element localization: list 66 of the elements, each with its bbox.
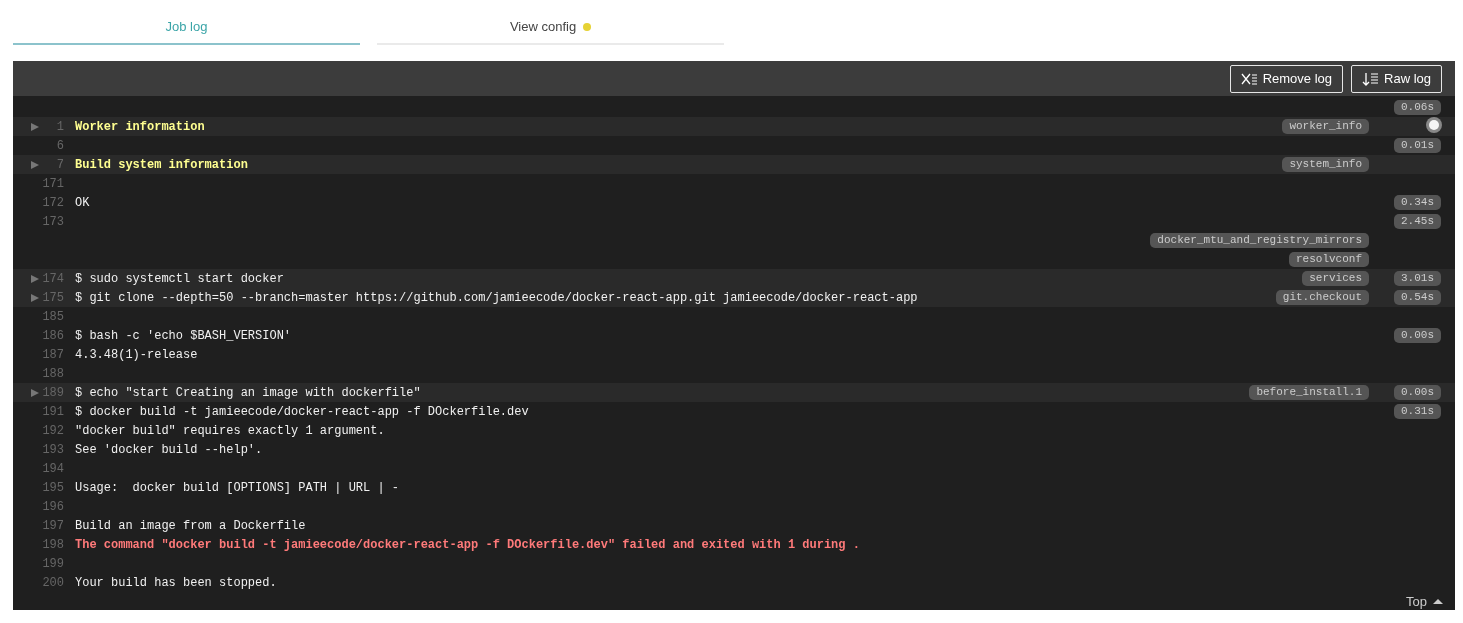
- log-line: Worker information: [75, 119, 206, 134]
- log-line: $ sudo systemctl start docker: [75, 271, 285, 286]
- fold-arrow-icon[interactable]: [30, 387, 40, 398]
- line-number: 174: [41, 271, 64, 286]
- fold-arrow-icon[interactable]: [30, 159, 40, 170]
- duration-tag: 0.31s: [1394, 404, 1441, 420]
- fold-tag: services: [1302, 271, 1369, 287]
- top-link[interactable]: Top: [1406, 593, 1443, 609]
- fold-tag: git.checkout: [1275, 290, 1369, 306]
- duration-tag: 2.45s: [1394, 214, 1441, 230]
- fold-arrow-icon[interactable]: [30, 121, 40, 132]
- down-arrow-lines-icon: [1362, 70, 1380, 87]
- log-line: Build system information: [75, 157, 249, 172]
- log-line: "docker build" requires exactly 1 argument.: [75, 423, 386, 438]
- log-line: Build an image from a Dockerfile: [75, 518, 307, 533]
- duration-tag: 3.01s: [1394, 271, 1441, 287]
- line-number: 185: [41, 309, 64, 324]
- fold-tag: docker_mtu_and_registry_mirrors: [1150, 233, 1369, 249]
- tab[interactable]: View config: [377, 10, 724, 45]
- line-number: 171: [41, 176, 64, 191]
- line-number: 187: [41, 347, 64, 362]
- line-number: 191: [41, 404, 64, 419]
- raw-log-button[interactable]: Raw log: [1351, 64, 1442, 93]
- line-number: 7: [55, 157, 64, 172]
- log-line: Your build has been stopped.: [75, 575, 278, 590]
- scroll-knob-icon[interactable]: [1425, 116, 1443, 134]
- log-line: $ bash -c 'echo $BASH_VERSION': [75, 328, 293, 343]
- duration-tag: 0.01s: [1394, 138, 1441, 154]
- log-line: The command "docker build -t jamieecode/docker-react-app -f DOckerfile.dev" failed and exited with 1 during .: [75, 537, 861, 552]
- duration-tag: 0.00s: [1394, 385, 1441, 401]
- line-number: 6: [55, 138, 64, 153]
- line-number: 195: [41, 480, 64, 495]
- line-number: 186: [41, 328, 64, 343]
- duration-tag: 0.00s: [1394, 328, 1441, 344]
- fold-tag: system_info: [1282, 157, 1369, 173]
- log-line: $ echo "start Creating an image with dockerfile": [75, 385, 422, 400]
- remove-log-button[interactable]: Remove log: [1229, 64, 1344, 93]
- line-number: 200: [41, 575, 64, 590]
- log-line: 4.3.48(1)-release: [75, 347, 199, 362]
- line-number: 189: [41, 385, 64, 400]
- log-line: Usage: docker build [OPTIONS] PATH | URL | -: [75, 480, 401, 495]
- line-number: 188: [41, 366, 64, 381]
- line-number: 1: [55, 119, 64, 134]
- duration-tag: 0.54s: [1394, 290, 1441, 306]
- line-number: 196: [41, 499, 64, 514]
- line-number: 172: [41, 195, 64, 210]
- fold-tag: resolvconf: [1289, 252, 1369, 268]
- fold-arrow-icon[interactable]: [30, 292, 40, 303]
- line-number: 193: [41, 442, 64, 457]
- fold-tag: worker_info: [1282, 119, 1369, 135]
- log-line: OK: [75, 195, 91, 210]
- line-number: 194: [41, 461, 64, 476]
- duration-tag: 0.06s: [1394, 100, 1441, 116]
- line-number: 197: [41, 518, 64, 533]
- duration-tag: 0.34s: [1394, 195, 1441, 211]
- line-number: 199: [41, 556, 64, 571]
- log-line: See 'docker build --help'.: [75, 442, 264, 457]
- log-line: $ docker build -t jamieecode/docker-react-app -f DOckerfile.dev: [75, 404, 530, 419]
- fold-tag: before_install.1: [1249, 385, 1369, 401]
- line-number: 173: [41, 214, 64, 229]
- caret-up-icon: [1433, 597, 1443, 605]
- line-number: 175: [41, 290, 64, 305]
- line-number: 198: [41, 537, 64, 552]
- log-line: $ git clone --depth=50 --branch=master https://github.com/jamieecode/docker-react-app.git jamieecode/docker-react-app: [75, 290, 919, 305]
- fold-arrow-icon[interactable]: [30, 273, 40, 284]
- line-number: 192: [41, 423, 64, 438]
